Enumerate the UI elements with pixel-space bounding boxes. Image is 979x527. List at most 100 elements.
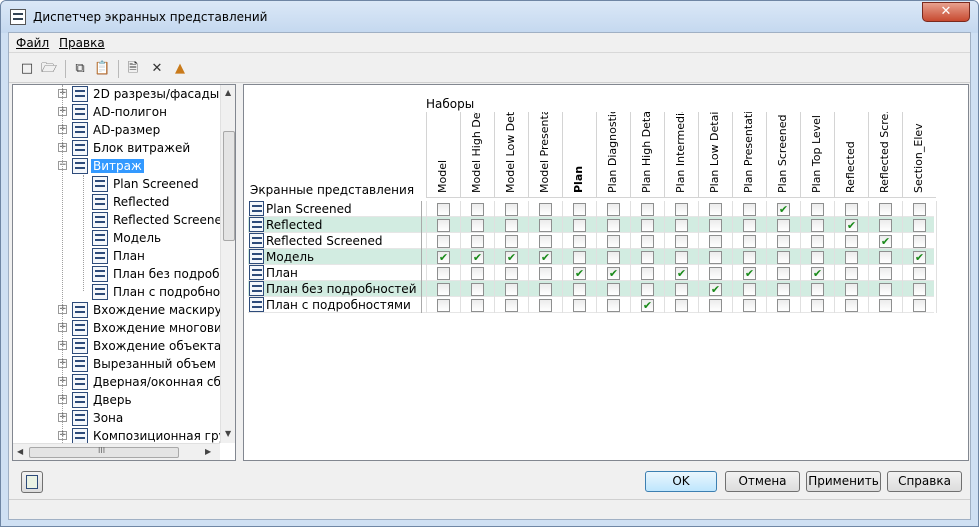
- set-checkbox[interactable]: [845, 283, 858, 296]
- paste-icon[interactable]: 📋: [94, 61, 110, 77]
- set-checkbox[interactable]: [437, 283, 450, 296]
- set-checkbox[interactable]: [539, 283, 552, 296]
- set-checkbox[interactable]: [777, 267, 790, 280]
- tree-item[interactable]: План: [13, 247, 219, 265]
- set-checkbox[interactable]: [437, 299, 450, 312]
- set-checkbox[interactable]: [641, 203, 654, 216]
- row-header[interactable]: Reflected Screened: [248, 233, 422, 249]
- set-checkbox[interactable]: ✔: [879, 235, 892, 248]
- set-checkbox[interactable]: [675, 251, 688, 264]
- copy-icon[interactable]: ⧉: [72, 61, 88, 77]
- set-checkbox[interactable]: [437, 267, 450, 280]
- tree-item[interactable]: План с подробностями: [13, 283, 235, 301]
- tree-item[interactable]: + AD-размер: [13, 121, 219, 139]
- set-checkbox[interactable]: [777, 283, 790, 296]
- set-checkbox[interactable]: [913, 203, 926, 216]
- column-header[interactable]: Plan Intermedia...: [664, 112, 698, 198]
- set-checkbox[interactable]: [879, 299, 892, 312]
- column-header[interactable]: Plan High Detail: [630, 112, 664, 198]
- tree-item[interactable]: + AD-полигон: [13, 103, 219, 121]
- apply-button[interactable]: Применить: [806, 471, 881, 492]
- set-checkbox[interactable]: [913, 299, 926, 312]
- set-checkbox[interactable]: [573, 235, 586, 248]
- row-header[interactable]: Reflected: [248, 217, 422, 233]
- column-header[interactable]: Plan Screened: [766, 112, 800, 198]
- column-header[interactable]: Plan: [562, 112, 596, 198]
- set-checkbox[interactable]: [573, 299, 586, 312]
- set-checkbox[interactable]: [879, 283, 892, 296]
- set-checkbox[interactable]: [811, 219, 824, 232]
- tree-item[interactable]: + Блок витражей: [13, 139, 219, 157]
- set-checkbox[interactable]: [539, 267, 552, 280]
- set-checkbox[interactable]: [811, 283, 824, 296]
- tree-horizontal-thumb[interactable]: III: [29, 446, 179, 458]
- row-header[interactable]: Plan Screened: [248, 201, 422, 217]
- set-checkbox[interactable]: [879, 251, 892, 264]
- set-checkbox[interactable]: [743, 235, 756, 248]
- column-header[interactable]: Model Low Detail: [494, 112, 528, 198]
- set-checkbox[interactable]: [811, 203, 824, 216]
- set-checkbox[interactable]: [641, 251, 654, 264]
- tree-vertical-thumb[interactable]: [223, 131, 235, 241]
- set-checkbox[interactable]: [607, 283, 620, 296]
- column-header[interactable]: Plan Top Level: [800, 112, 834, 198]
- column-header[interactable]: Reflected: [834, 112, 868, 198]
- set-checkbox[interactable]: [505, 299, 518, 312]
- column-header[interactable]: Model: [426, 112, 460, 198]
- set-checkbox[interactable]: [641, 235, 654, 248]
- set-checkbox[interactable]: [743, 203, 756, 216]
- tree-item[interactable]: + Вхождение объекта: [13, 337, 221, 355]
- set-checkbox[interactable]: ✔: [607, 267, 620, 280]
- new-icon[interactable]: □: [19, 61, 35, 77]
- set-checkbox[interactable]: [505, 203, 518, 216]
- tree-item[interactable]: + Вырезанный объем: [13, 355, 219, 373]
- column-header[interactable]: Reflected Scre...: [868, 112, 902, 198]
- set-checkbox[interactable]: ✔: [573, 267, 586, 280]
- set-checkbox[interactable]: [743, 251, 756, 264]
- tree-item[interactable]: +2D разрезы/фасады: [13, 85, 219, 103]
- context-help-button[interactable]: [21, 471, 43, 493]
- set-checkbox[interactable]: [641, 267, 654, 280]
- set-checkbox[interactable]: [777, 219, 790, 232]
- tree-horizontal-scrollbar[interactable]: ◀ III ▶: [13, 443, 220, 460]
- tree-item[interactable]: +Вхождение маскирующего блока: [13, 301, 235, 319]
- set-checkbox[interactable]: ✔: [641, 299, 654, 312]
- tree-item[interactable]: + Дверь: [13, 391, 219, 409]
- set-checkbox[interactable]: [811, 251, 824, 264]
- set-checkbox[interactable]: [471, 299, 484, 312]
- set-checkbox[interactable]: [709, 299, 722, 312]
- set-checkbox[interactable]: [505, 219, 518, 232]
- object-tree[interactable]: +2D разрезы/фасады + AD-полигон + AD-размер +…: [12, 84, 236, 461]
- column-header[interactable]: Model Presenta...: [528, 112, 562, 198]
- set-checkbox[interactable]: ✔: [811, 267, 824, 280]
- set-checkbox[interactable]: [709, 203, 722, 216]
- set-checkbox[interactable]: [539, 219, 552, 232]
- set-checkbox[interactable]: [573, 219, 586, 232]
- set-checkbox[interactable]: [607, 235, 620, 248]
- set-checkbox[interactable]: [879, 219, 892, 232]
- set-checkbox[interactable]: [777, 251, 790, 264]
- set-checkbox[interactable]: [709, 267, 722, 280]
- tree-vertical-scrollbar[interactable]: ▲ ▼: [220, 85, 235, 443]
- tree-item[interactable]: Модель: [13, 229, 219, 247]
- cancel-button[interactable]: Отмена: [725, 471, 800, 492]
- scroll-down-icon[interactable]: ▼: [225, 429, 231, 438]
- set-checkbox[interactable]: [607, 251, 620, 264]
- set-checkbox[interactable]: ✔: [743, 267, 756, 280]
- tree-item[interactable]: Reflected: [13, 193, 219, 211]
- set-checkbox[interactable]: [845, 203, 858, 216]
- set-checkbox[interactable]: [505, 283, 518, 296]
- set-checkbox[interactable]: ✔: [437, 251, 450, 264]
- tree-item[interactable]: − Витраж: [13, 157, 219, 175]
- set-checkbox[interactable]: [471, 267, 484, 280]
- set-checkbox[interactable]: [471, 219, 484, 232]
- menu-edit[interactable]: Правка: [59, 36, 105, 50]
- set-checkbox[interactable]: [505, 235, 518, 248]
- set-checkbox[interactable]: [607, 299, 620, 312]
- set-checkbox[interactable]: [607, 219, 620, 232]
- set-checkbox[interactable]: ✔: [913, 251, 926, 264]
- set-checkbox[interactable]: [777, 299, 790, 312]
- set-checkbox[interactable]: [811, 235, 824, 248]
- set-checkbox[interactable]: [709, 219, 722, 232]
- row-header[interactable]: Модель: [248, 249, 422, 265]
